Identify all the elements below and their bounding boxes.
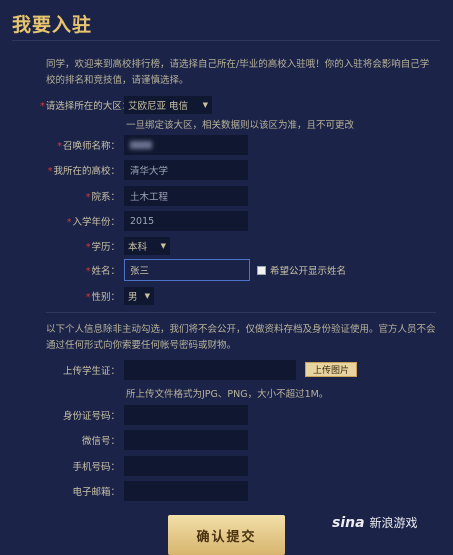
region-hint: 一旦绑定该大区，相关数据则以该区为准，且不可更改 [126, 120, 355, 131]
phone-row: 手机号码： [40, 456, 248, 476]
year-label: *入学年份： [40, 214, 120, 228]
wechat-row: 微信号： [40, 430, 248, 450]
title-divider [12, 40, 440, 41]
wechat-label: 微信号： [81, 436, 120, 447]
gender-select[interactable]: 男 ▼ [124, 287, 154, 305]
summoner-label-text: 召唤师名称： [62, 141, 120, 152]
gender-row: *性别： 男 ▼ [40, 287, 154, 305]
required-mark: * [66, 217, 72, 228]
upload-hint: 所上传文件格式为JPG、PNG，大小不超过1M。 [126, 389, 329, 400]
year-row: *入学年份： 2015 [40, 211, 248, 231]
required-mark: * [85, 192, 91, 203]
public-name-option[interactable]: 希望公开显示姓名 [257, 263, 346, 277]
degree-select-value: 本科 [128, 242, 148, 253]
redacted-summoner-name [130, 141, 152, 149]
chevron-down-icon: ▼ [160, 242, 166, 250]
department-input[interactable]: 土木工程 [124, 186, 248, 206]
gender-label-text: 性别： [91, 292, 120, 303]
required-mark: * [85, 242, 91, 253]
department-label: *院系： [40, 189, 120, 203]
department-row: *院系： 土木工程 [40, 186, 248, 206]
chevron-down-icon: ▼ [202, 101, 208, 109]
watermark-text: 新浪游戏 [369, 516, 418, 530]
name-input[interactable]: 张三 [124, 259, 250, 281]
required-mark: * [85, 266, 91, 277]
id-card-label: 身份证号码： [62, 411, 120, 422]
degree-label-text: 学历： [91, 242, 120, 253]
region-select[interactable]: 艾欧尼亚 电信 ▼ [124, 96, 212, 114]
name-row: *姓名： 张三 希望公开显示姓名 [40, 259, 346, 281]
gender-label: *性别： [40, 289, 120, 303]
degree-select[interactable]: 本科 ▼ [124, 237, 170, 255]
year-label-text: 入学年份： [72, 217, 120, 228]
email-label: 电子邮箱： [72, 487, 120, 498]
intro-text: 同学，欢迎来到高校排行榜，请选择自己所在/毕业的高校入驻哦！你的入驻将会影响自己… [46, 59, 430, 86]
email-input[interactable] [124, 481, 248, 501]
upload-file-field[interactable] [124, 360, 296, 380]
public-name-label: 希望公开显示姓名 [270, 266, 347, 277]
region-row: *请选择所在的大区： 艾欧尼亚 电信 ▼ [40, 96, 212, 114]
phone-input[interactable] [124, 456, 248, 476]
region-select-value: 艾欧尼亚 电信 [128, 101, 189, 112]
school-input[interactable]: 清华大学 [124, 160, 248, 180]
department-label-text: 院系： [91, 192, 120, 203]
school-label: *我所在的高校： [40, 163, 120, 177]
submit-button[interactable]: 确认提交 [168, 515, 285, 555]
degree-label: *学历： [40, 239, 120, 253]
region-label: *请选择所在的大区： [40, 98, 131, 112]
year-input[interactable]: 2015 [124, 211, 248, 231]
required-mark: * [40, 101, 45, 112]
summoner-row: *召唤师名称： [40, 135, 248, 155]
upload-row: 上传学生证： [40, 360, 296, 380]
summoner-label: *召唤师名称： [40, 138, 120, 152]
required-mark: * [85, 292, 91, 303]
name-label-text: 姓名： [91, 266, 120, 277]
email-row: 电子邮箱： [40, 481, 248, 501]
sina-logo: sina [332, 514, 365, 531]
required-mark: * [57, 141, 62, 152]
upload-label: 上传学生证： [62, 366, 120, 377]
page-title: 我要入驻 [12, 14, 93, 36]
watermark: sina 新浪游戏 [332, 514, 418, 531]
school-label-text: 我所在的高校： [53, 166, 120, 177]
id-card-input[interactable] [124, 405, 248, 425]
region-label-text: 请选择所在的大区： [45, 101, 132, 112]
phone-label: 手机号码： [72, 462, 120, 473]
public-name-checkbox[interactable] [257, 265, 266, 275]
required-mark: * [47, 166, 53, 177]
gender-select-value: 男 [128, 292, 138, 303]
id-card-row: 身份证号码： [40, 405, 248, 425]
school-row: *我所在的高校： 清华大学 [40, 160, 248, 180]
degree-row: *学历： 本科 ▼ [40, 237, 170, 255]
summoner-input[interactable] [124, 135, 248, 155]
name-label: *姓名： [40, 263, 120, 277]
privacy-note: 以下个人信息除非主动勾选，我们将不会公开，仅做资料存档及身份验证使用。官方人员不… [46, 324, 436, 351]
section-divider [46, 312, 436, 313]
chevron-down-icon: ▼ [144, 292, 150, 300]
upload-image-button[interactable]: 上传图片 [305, 362, 357, 377]
wechat-input[interactable] [124, 430, 248, 450]
